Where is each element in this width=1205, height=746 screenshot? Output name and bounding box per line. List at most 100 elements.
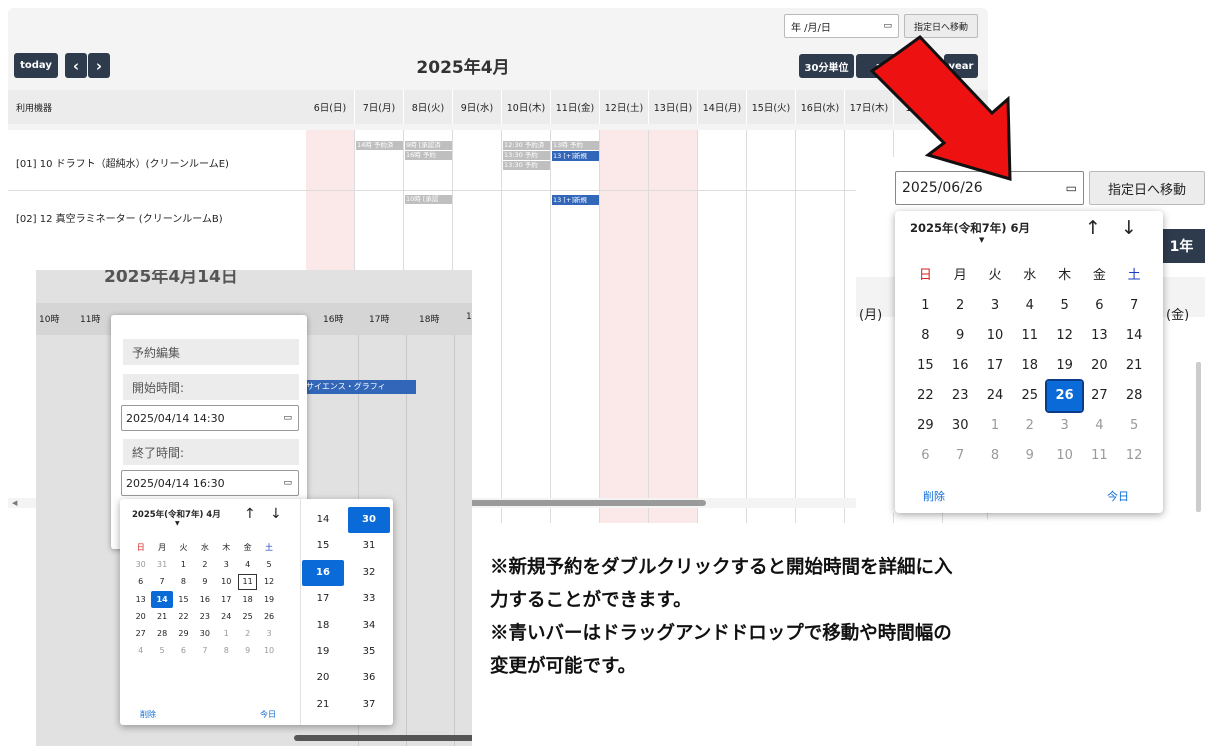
- calendar-day[interactable]: 12: [1047, 321, 1082, 351]
- calendar-day[interactable]: 27: [130, 625, 151, 642]
- calendar-day[interactable]: 7: [151, 573, 172, 590]
- hour-option-selected[interactable]: 16: [302, 559, 344, 587]
- start-time-input[interactable]: 2025/04/14 14:30 ▭: [121, 405, 299, 431]
- calendar-day[interactable]: 7: [943, 441, 978, 471]
- calendar-day[interactable]: 8: [216, 642, 237, 659]
- arrow-up-icon[interactable]: ↑: [1085, 217, 1101, 239]
- calendar-day[interactable]: 1: [173, 556, 194, 573]
- month-selector[interactable]: 2025年(令和7年) 4月: [132, 508, 221, 520]
- calendar-day[interactable]: 9: [943, 321, 978, 351]
- caret-down-icon[interactable]: ▼: [979, 236, 984, 244]
- calendar-day[interactable]: 1: [908, 291, 943, 321]
- day-column[interactable]: [649, 130, 698, 523]
- calendar-day[interactable]: 4: [1012, 291, 1047, 321]
- day-column[interactable]: [698, 130, 747, 523]
- calendar-day[interactable]: 1: [978, 411, 1013, 441]
- calendar-day[interactable]: 15: [173, 591, 194, 608]
- calendar-day[interactable]: 4: [237, 556, 258, 573]
- calendar-day[interactable]: 5: [1117, 411, 1152, 441]
- calendar-day[interactable]: 3: [258, 625, 279, 642]
- calendar-day[interactable]: 5: [1047, 291, 1082, 321]
- minute-option[interactable]: 32: [348, 560, 390, 586]
- calendar-day[interactable]: 7: [194, 642, 215, 659]
- minute-option[interactable]: 37: [348, 692, 390, 718]
- calendar-day[interactable]: 30: [130, 556, 151, 573]
- calendar-day[interactable]: 9: [1012, 441, 1047, 471]
- calendar-day[interactable]: 13: [1082, 321, 1117, 351]
- day-column[interactable]: [796, 130, 845, 523]
- event-approved[interactable]: 10時 [承認: [405, 195, 452, 204]
- calendar-day[interactable]: 20: [1082, 351, 1117, 381]
- device-row-1[interactable]: [01] 10 ドラフト（超純水）(クリーンルームE): [16, 155, 229, 170]
- calendar-day[interactable]: 22: [908, 381, 943, 411]
- calendar-day[interactable]: 3: [1047, 411, 1082, 441]
- calendar-day[interactable]: 10: [216, 573, 237, 590]
- calendar-day[interactable]: 6: [1082, 291, 1117, 321]
- end-time-input[interactable]: 2025/04/14 16:30 ▭: [121, 470, 299, 496]
- calendar-day[interactable]: 21: [151, 608, 172, 625]
- calendar-day[interactable]: 23: [943, 381, 978, 411]
- scrollbar-thumb[interactable]: [454, 500, 706, 506]
- event-reserved[interactable]: 13:30 予約: [503, 161, 550, 170]
- calendar-day[interactable]: 7: [1117, 291, 1152, 321]
- calendar-day[interactable]: 11: [1012, 321, 1047, 351]
- calendar-day[interactable]: 8: [173, 573, 194, 590]
- prev-button[interactable]: ‹: [65, 53, 87, 78]
- year-view-button[interactable]: 1年: [1158, 229, 1205, 263]
- calendar-day[interactable]: 30: [943, 411, 978, 441]
- calendar-day[interactable]: 25: [1012, 381, 1047, 411]
- calendar-day[interactable]: 6: [130, 573, 151, 590]
- minute-option[interactable]: 34: [348, 613, 390, 639]
- hour-option[interactable]: 21: [302, 692, 344, 718]
- arrow-down-icon[interactable]: ↓: [1121, 217, 1137, 239]
- calendar-day[interactable]: 3: [978, 291, 1013, 321]
- minute-option-selected[interactable]: 30: [348, 507, 390, 534]
- calendar-day[interactable]: 10: [978, 321, 1013, 351]
- calendar-day[interactable]: 5: [258, 556, 279, 573]
- minute-option[interactable]: 31: [348, 533, 390, 559]
- scroll-left-icon[interactable]: ◀: [12, 499, 17, 507]
- calendar-day[interactable]: 17: [978, 351, 1013, 381]
- minute-option[interactable]: 36: [348, 665, 390, 691]
- calendar-day[interactable]: 22: [173, 608, 194, 625]
- hour-option[interactable]: 19: [302, 639, 344, 665]
- event-new[interactable]: 13 [+]新規: [552, 195, 599, 205]
- caret-down-icon[interactable]: ▼: [175, 520, 180, 527]
- calendar-day[interactable]: 10: [258, 642, 279, 659]
- today-button[interactable]: today: [14, 53, 58, 78]
- day-event-bar[interactable]: サイエンス・グラフィ: [304, 380, 416, 394]
- calendar-day[interactable]: 2: [194, 556, 215, 573]
- calendar-day[interactable]: 23: [194, 608, 215, 625]
- clear-button[interactable]: 削除: [923, 488, 945, 504]
- today-button[interactable]: 今日: [1107, 488, 1129, 504]
- hour-option[interactable]: 17: [302, 586, 344, 612]
- arrow-down-icon[interactable]: ↓: [270, 506, 282, 522]
- calendar-day[interactable]: 29: [908, 411, 943, 441]
- device-row-2[interactable]: [02] 12 真空ラミネーター (クリーンルームB): [16, 210, 223, 225]
- calendar-day[interactable]: 13: [130, 591, 151, 608]
- calendar-day[interactable]: 29: [173, 625, 194, 642]
- calendar-day-selected[interactable]: 26: [1045, 379, 1084, 413]
- calendar-day[interactable]: 30: [194, 625, 215, 642]
- calendar-day[interactable]: 19: [1047, 351, 1082, 381]
- calendar-day[interactable]: 16: [943, 351, 978, 381]
- hour-option[interactable]: 15: [302, 533, 344, 559]
- vertical-scrollbar[interactable]: [1196, 362, 1201, 512]
- day-column[interactable]: [551, 130, 600, 523]
- calendar-day[interactable]: 6: [173, 642, 194, 659]
- calendar-day[interactable]: 9: [194, 573, 215, 590]
- calendar-day[interactable]: 1: [216, 625, 237, 642]
- calendar-day[interactable]: 24: [978, 381, 1013, 411]
- next-button[interactable]: ›: [88, 53, 110, 78]
- calendar-day[interactable]: 18: [1012, 351, 1047, 381]
- day-column[interactable]: [502, 130, 551, 523]
- calendar-day[interactable]: 19: [258, 591, 279, 608]
- arrow-up-icon[interactable]: ↑: [244, 506, 256, 522]
- event-approved[interactable]: 9時 [承認済: [405, 141, 452, 150]
- calendar-day[interactable]: 4: [1082, 411, 1117, 441]
- day-view-scrollbar-thumb[interactable]: [294, 735, 472, 741]
- calendar-day[interactable]: 4: [130, 642, 151, 659]
- event-reserved[interactable]: 16時 予約: [405, 151, 452, 160]
- calendar-day[interactable]: 27: [1082, 381, 1117, 411]
- calendar-day[interactable]: 2: [943, 291, 978, 321]
